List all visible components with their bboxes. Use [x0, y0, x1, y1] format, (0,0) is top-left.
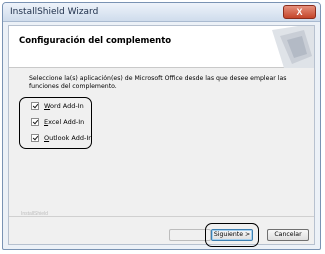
word-addin-label[interactable]: Word Add-In [44, 102, 84, 110]
next-button[interactable]: Siguiente > [211, 229, 253, 241]
excel-addin-checkbox[interactable] [31, 117, 39, 126]
title-bar[interactable]: InstallShield Wizard X [3, 3, 320, 22]
close-button[interactable]: X [283, 5, 316, 19]
footer-divider [9, 216, 314, 217]
excel-addin-label-text: xcel Add-In [48, 117, 85, 126]
cancel-button[interactable]: Cancelar [267, 229, 309, 241]
outlook-addin-label-text: utlook Add-In [49, 133, 93, 142]
close-icon: X [296, 7, 303, 17]
outlook-addin-checkbox[interactable] [31, 133, 39, 142]
instructions-text: Seleccione la(s) aplicación(es) de Micro… [29, 75, 287, 90]
excel-addin-label[interactable]: Excel Add-In [44, 118, 84, 126]
word-addin-option[interactable]: Word Add-In [31, 100, 84, 111]
word-addin-checkbox[interactable] [31, 101, 39, 110]
excel-addin-option[interactable]: Excel Add-In [31, 116, 84, 127]
window-title: InstallShield Wizard [10, 7, 99, 17]
outlook-addin-option[interactable]: Outlook Add-In [31, 132, 92, 143]
outlook-addin-label[interactable]: Outlook Add-In [44, 134, 92, 142]
header-banner: Configuración del complemento [9, 26, 314, 68]
page-title: Configuración del complemento [19, 36, 172, 46]
wizard-body: Configuración del complemento Seleccione… [8, 25, 315, 247]
installshield-window: InstallShield Wizard X Configuración del… [2, 2, 321, 250]
word-addin-label-text: ord Add-In [50, 101, 84, 110]
installshield-logo-icon [272, 26, 314, 68]
